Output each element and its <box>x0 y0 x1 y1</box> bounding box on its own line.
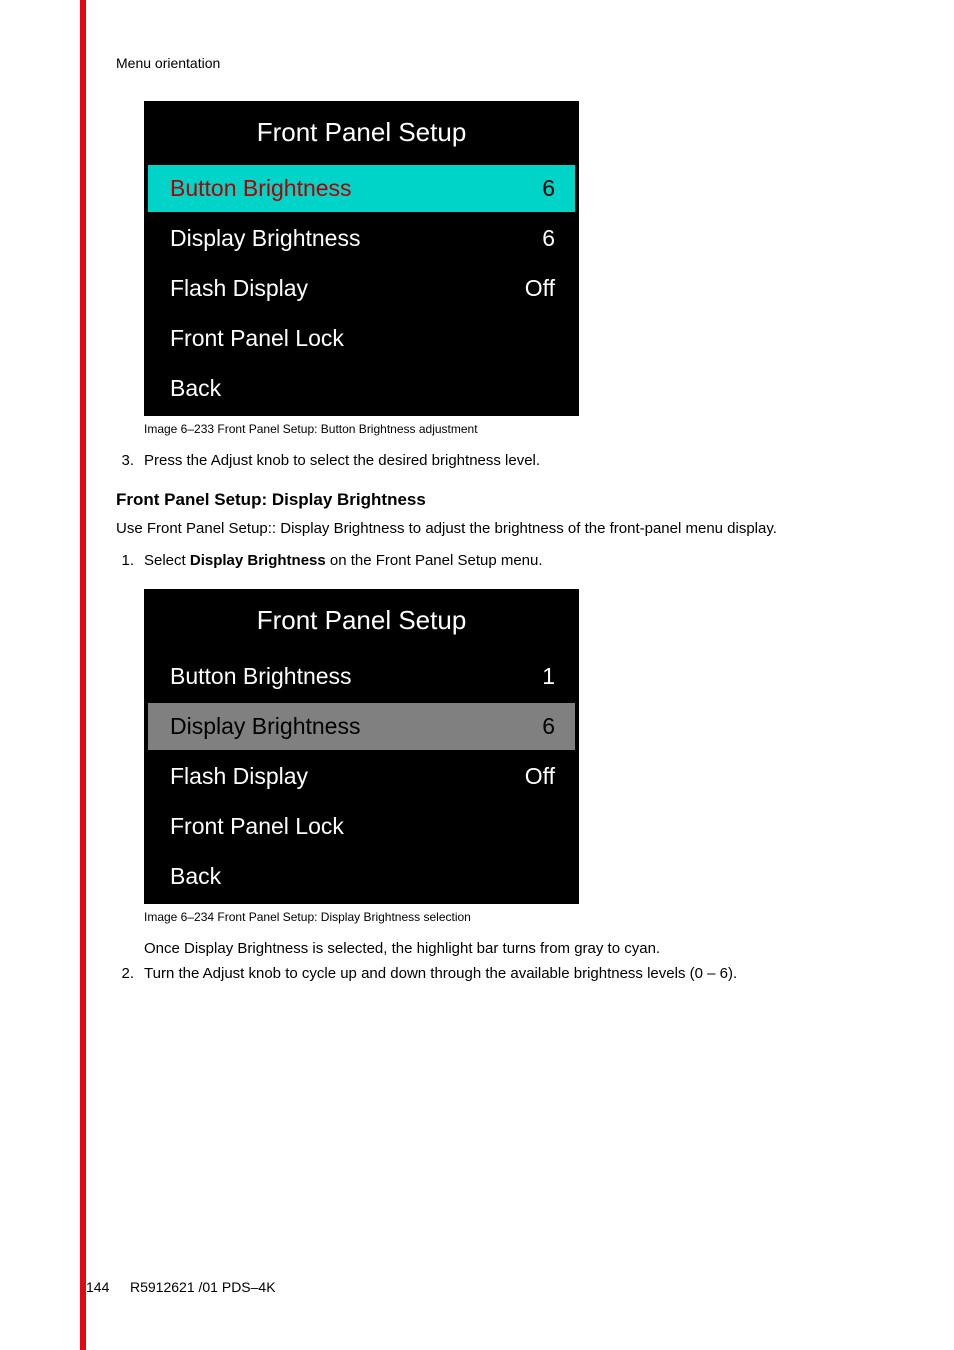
step-3-num: 3. <box>116 450 144 472</box>
page-number: 144 <box>86 1279 116 1295</box>
steps-group-c: 2. Turn the Adjust knob to cycle up and … <box>116 963 886 985</box>
panel2-row4-label: Back <box>170 863 221 890</box>
panel2-row0-value: 1 <box>542 663 555 690</box>
panel1-caption: Image 6–233 Front Panel Setup: Button Br… <box>144 422 886 436</box>
panel2-caption: Image 6–234 Front Panel Setup: Display B… <box>144 910 886 924</box>
document-id: R5912621 /01 PDS–4K <box>116 1279 276 1295</box>
steps-group-b: 1. Select Display Brightness on the Fron… <box>116 550 886 572</box>
section-intro-text: Use Front Panel Setup:: Display Brightne… <box>116 518 886 540</box>
panel2-row2-label: Flash Display <box>170 763 308 790</box>
panel1-row3-label: Front Panel Lock <box>170 325 344 352</box>
panel1-row-button-brightness[interactable]: Button Brightness 6 <box>148 165 575 212</box>
panel1-row2-label: Flash Display <box>170 275 308 302</box>
panel2-row-display-brightness[interactable]: Display Brightness 6 <box>148 703 575 750</box>
panel1-row2-value: Off <box>525 275 555 302</box>
panel1-row-front-panel-lock[interactable]: Front Panel Lock <box>148 315 575 362</box>
step-2-text: Turn the Adjust knob to cycle up and dow… <box>144 963 886 985</box>
section-heading-display-brightness: Front Panel Setup: Display Brightness <box>116 490 886 510</box>
figure-panel-2-wrap: Front Panel Setup Button Brightness 1 Di… <box>144 589 886 924</box>
panel1-row-back[interactable]: Back <box>148 365 575 412</box>
front-panel-setup-menu-2: Front Panel Setup Button Brightness 1 Di… <box>144 589 579 904</box>
panel2-title: Front Panel Setup <box>148 593 575 650</box>
panel1-row-display-brightness[interactable]: Display Brightness 6 <box>148 215 575 262</box>
step-2: 2. Turn the Adjust knob to cycle up and … <box>116 963 886 985</box>
running-header: Menu orientation <box>116 55 886 71</box>
panel2-row-flash-display[interactable]: Flash Display Off <box>148 753 575 800</box>
step-1-bold: Display Brightness <box>190 552 326 569</box>
panel1-row1-label: Display Brightness <box>170 225 360 252</box>
step-1-num: 1. <box>116 550 144 572</box>
panel2-row-button-brightness[interactable]: Button Brightness 1 <box>148 653 575 700</box>
step-3-text: Press the Adjust knob to select the desi… <box>144 450 886 472</box>
step-1: 1. Select Display Brightness on the Fron… <box>116 550 886 572</box>
panel2-row-front-panel-lock[interactable]: Front Panel Lock <box>148 803 575 850</box>
panel2-row-back[interactable]: Back <box>148 853 575 900</box>
step-1-post: on the Front Panel Setup menu. <box>326 552 543 569</box>
panel2-row3-label: Front Panel Lock <box>170 813 344 840</box>
content-area: Menu orientation Front Panel Setup Butto… <box>86 55 886 1003</box>
step-1-text: Select Display Brightness on the Front P… <box>144 550 886 572</box>
step-3: 3. Press the Adjust knob to select the d… <box>116 450 886 472</box>
panel2-row0-label: Button Brightness <box>170 663 352 690</box>
panel1-row1-value: 6 <box>542 225 555 252</box>
front-panel-setup-menu-1: Front Panel Setup Button Brightness 6 Di… <box>144 101 579 416</box>
panel2-row1-value: 6 <box>542 713 555 740</box>
panel2-row1-label: Display Brightness <box>170 713 360 740</box>
figure-panel-1-wrap: Front Panel Setup Button Brightness 6 Di… <box>144 101 886 436</box>
panel1-title: Front Panel Setup <box>148 105 575 162</box>
panel1-row-flash-display[interactable]: Flash Display Off <box>148 265 575 312</box>
page: Menu orientation Front Panel Setup Butto… <box>0 0 954 1350</box>
panel1-row0-value: 6 <box>542 175 555 202</box>
panel2-row2-value: Off <box>525 763 555 790</box>
panel1-row4-label: Back <box>170 375 221 402</box>
steps-group-a: 3. Press the Adjust knob to select the d… <box>116 450 886 472</box>
step-sub-note: Once Display Brightness is selected, the… <box>144 938 886 960</box>
step-2-num: 2. <box>116 963 144 985</box>
page-footer: 144 R5912621 /01 PDS–4K <box>86 1279 886 1295</box>
step-1-pre: Select <box>144 552 190 569</box>
panel1-row0-label: Button Brightness <box>170 175 352 202</box>
